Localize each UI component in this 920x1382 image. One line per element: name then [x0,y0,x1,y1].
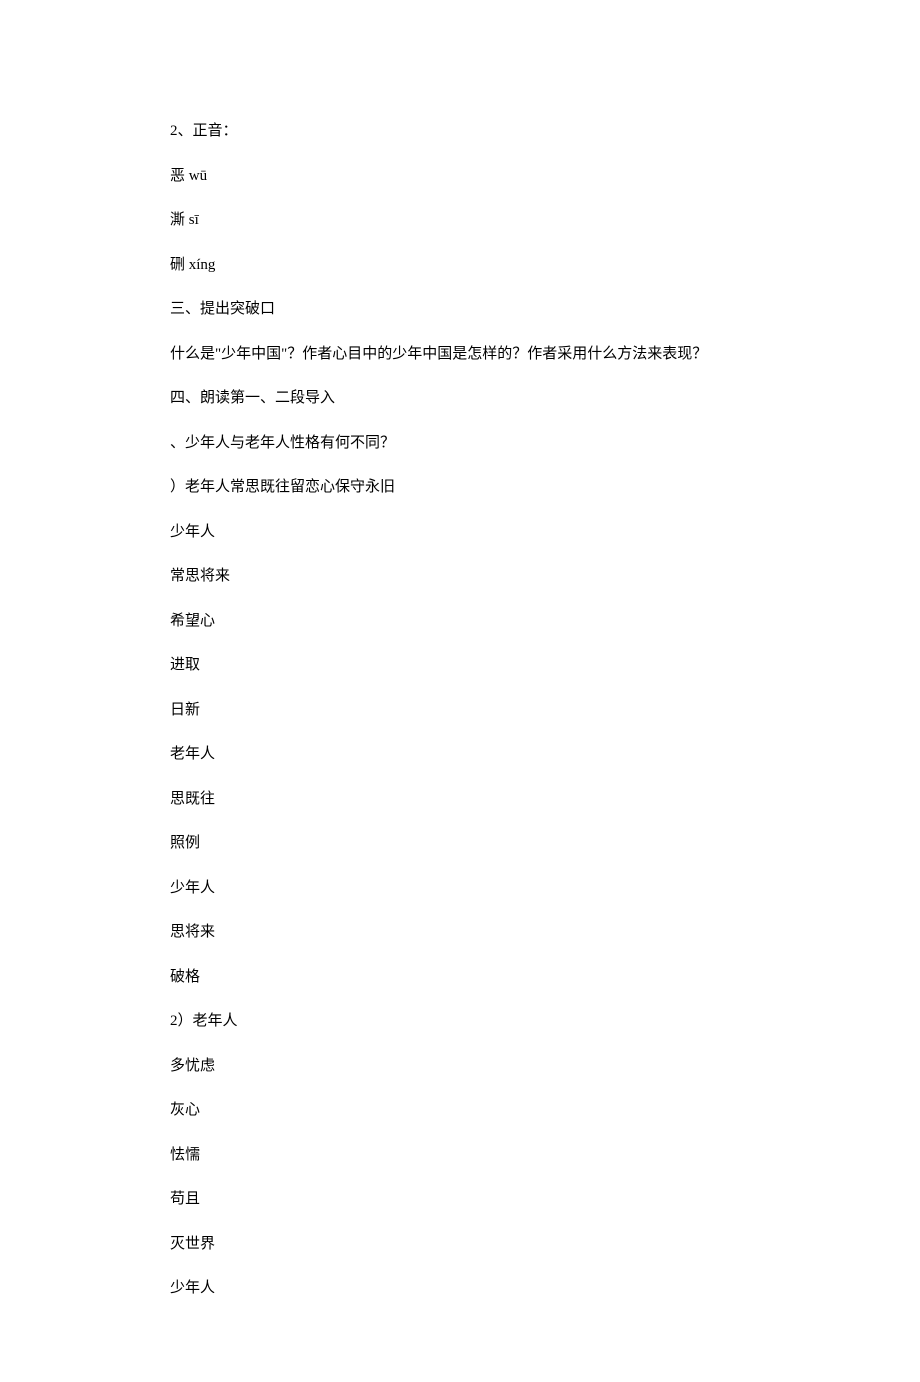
text-line: 什么是"少年中国"？作者心目中的少年中国是怎样的？作者采用什么方法来表现？ [170,343,750,366]
text-line: 硎 xíng [170,254,750,277]
text-line: 怯懦 [170,1144,750,1167]
text-line: 思将来 [170,921,750,944]
text-line: 澌 sī [170,209,750,232]
text-line: 2）老年人 [170,1010,750,1033]
text-line: 、少年人与老年人性格有何不同？ [170,432,750,455]
text-line: 恶 wū [170,165,750,188]
text-line: 希望心 [170,610,750,633]
text-line: 照例 [170,832,750,855]
text-line: 日新 [170,699,750,722]
text-line: 苟且 [170,1188,750,1211]
text-line: 常思将来 [170,565,750,588]
document-body: 2、正音： 恶 wū 澌 sī 硎 xíng 三、提出突破口 什么是"少年中国"… [0,0,920,1382]
text-line: 灰心 [170,1099,750,1122]
text-line: 少年人 [170,877,750,900]
text-line: 老年人 [170,743,750,766]
text-line: ）老年人常思既往留恋心保守永旧 [170,476,750,499]
text-line: 三、提出突破口 [170,298,750,321]
text-line: 2、正音： [170,120,750,143]
text-line: 少年人 [170,521,750,544]
text-line: 少年人 [170,1277,750,1300]
text-line: 灭世界 [170,1233,750,1256]
text-line: 思既往 [170,788,750,811]
text-line: 四、朗读第一、二段导入 [170,387,750,410]
text-line: 进取 [170,654,750,677]
text-line: 破格 [170,966,750,989]
text-line: 多忧虑 [170,1055,750,1078]
